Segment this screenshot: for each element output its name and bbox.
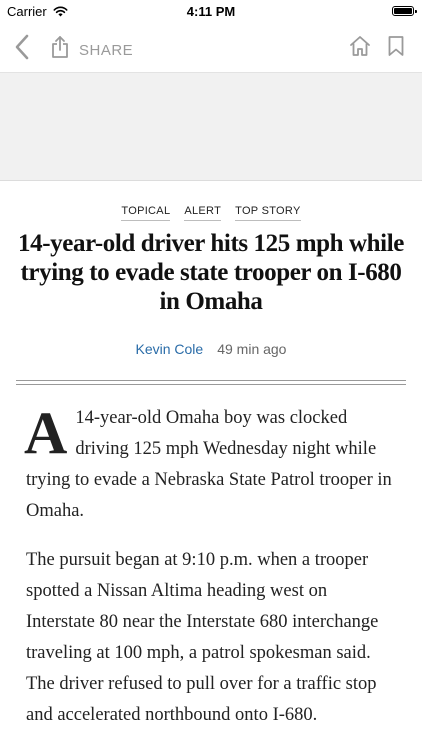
tag-top-story[interactable]: TOP STORY xyxy=(235,205,301,221)
ad-placeholder xyxy=(0,73,422,181)
status-bar: Carrier 4:11 PM xyxy=(0,0,422,22)
article-paragraph-2: The pursuit began at 9:10 p.m. when a tr… xyxy=(26,550,379,725)
published-time: 49 min ago xyxy=(217,341,287,357)
author-link[interactable]: Kevin Cole xyxy=(136,341,204,357)
back-chevron-icon xyxy=(15,34,29,60)
status-time: 4:11 PM xyxy=(186,4,236,19)
home-button[interactable] xyxy=(349,35,371,57)
article-tags: TOPICAL ALERT TOP STORY xyxy=(0,205,422,221)
tag-topical[interactable]: TOPICAL xyxy=(121,205,171,221)
drop-cap: A xyxy=(24,400,68,466)
bookmark-button[interactable] xyxy=(387,35,405,57)
article-body: A 14-year-old Omaha boy was clocked driv… xyxy=(24,400,398,749)
article-toolbar: SHARE xyxy=(0,22,422,73)
share-icon xyxy=(52,36,68,58)
article-paragraph-1: A 14-year-old Omaha boy was clocked driv… xyxy=(24,400,398,527)
bookmark-icon xyxy=(388,36,404,56)
headline-divider xyxy=(16,380,406,385)
app-screen: Carrier 4:11 PM SHARE TOPICAL ALERT TOP … xyxy=(0,0,422,750)
back-button[interactable] xyxy=(12,33,32,61)
tag-alert[interactable]: ALERT xyxy=(184,205,222,221)
battery-icon xyxy=(392,6,417,16)
article-headline: 14-year-old driver hits 125 mph while tr… xyxy=(18,230,404,315)
paragraph-1-text: 14-year-old Omaha boy was clocked drivin… xyxy=(26,408,392,521)
share-label: SHARE xyxy=(79,41,134,59)
home-icon xyxy=(350,36,370,56)
share-button[interactable]: SHARE xyxy=(50,35,133,59)
byline: Kevin Cole 49 min ago xyxy=(0,341,422,357)
